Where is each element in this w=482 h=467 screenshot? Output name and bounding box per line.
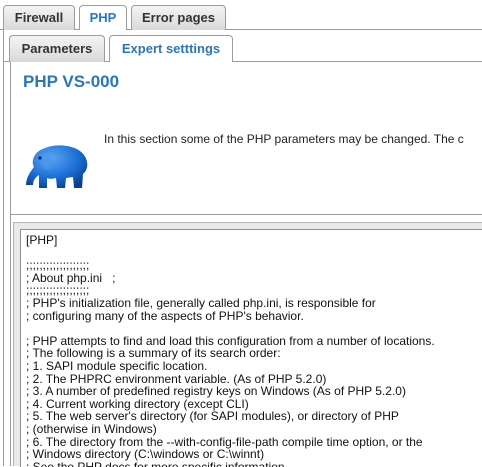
tab-error-pages[interactable]: Error pages <box>131 5 226 30</box>
intro-text: In this section some of the PHP paramete… <box>104 132 464 146</box>
tab-firewall[interactable]: Firewall <box>3 5 75 30</box>
sub-tab-bar: Parameters Expert setttings <box>4 30 482 62</box>
php-ini-editor-frame: [PHP] ;;;;;;;;;;;;;;;;;;; ; About php.in… <box>13 222 482 467</box>
tab-expert-settings[interactable]: Expert setttings <box>109 35 233 62</box>
tab-parameters[interactable]: Parameters <box>9 35 105 62</box>
section-divider <box>11 214 482 215</box>
php-ini-editor[interactable]: [PHP] ;;;;;;;;;;;;;;;;;;; ; About php.in… <box>20 229 482 467</box>
php-panel: Parameters Expert setttings PHP VS-000 I… <box>3 30 482 467</box>
expert-settings-content: PHP VS-000 In this section some of the P… <box>10 62 482 467</box>
page-title: PHP VS-000 <box>23 72 120 91</box>
php-elephant-icon <box>26 145 88 188</box>
tab-php[interactable]: PHP <box>79 5 127 30</box>
top-tab-bar: Firewall PHP Error pages <box>0 0 482 30</box>
